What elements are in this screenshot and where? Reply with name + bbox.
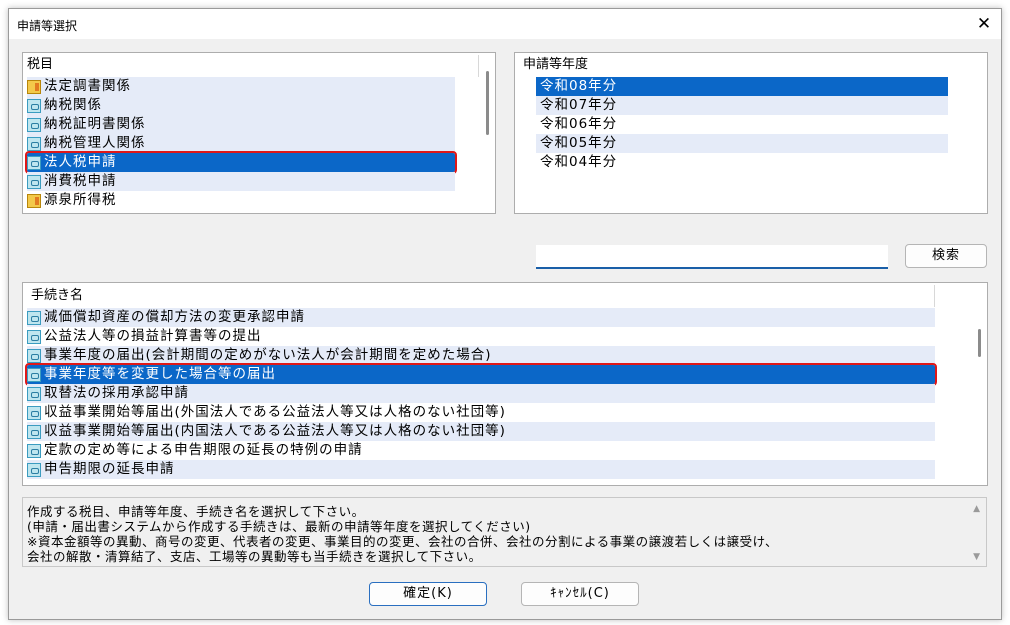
doc-icon xyxy=(27,443,41,458)
procedure-rows: 減価償却資産の償却方法の変更承認申請 公益法人等の損益計算書等の提出事業年度の届出… xyxy=(25,308,937,479)
list-item[interactable]: 定款の定め等による申告期限の延長の特例の申請 xyxy=(27,441,935,460)
doc-icon xyxy=(27,136,41,151)
doc-icon xyxy=(27,462,41,477)
close-icon[interactable]: ✕ xyxy=(967,9,1001,39)
doc-icon xyxy=(27,367,41,382)
list-item[interactable]: 納税管理人関係 xyxy=(27,134,455,153)
list-item[interactable]: 取替法の採用承認申請 xyxy=(27,384,935,403)
list-item[interactable]: 申告期限の延長申請 xyxy=(27,460,935,479)
doc-icon xyxy=(27,405,41,420)
list-item[interactable]: 令和05年分 xyxy=(536,134,948,153)
list-item[interactable]: 令和07年分 xyxy=(536,96,948,115)
list-item[interactable]: 源泉所得税 xyxy=(27,191,455,210)
procedure-header: 手続き名 xyxy=(31,288,84,303)
list-item-label: 納税管理人関係 xyxy=(44,135,146,151)
column-divider xyxy=(934,285,935,307)
list-item-label: 法定調書関係 xyxy=(44,78,131,94)
list-item[interactable]: 公益法人等の損益計算書等の提出 xyxy=(27,327,935,346)
tax-item-rows: 法定調書関係 納税関係納税証明書関係 納税管理人関係 法人税申請消費税申請源泉所得税 xyxy=(25,77,457,210)
title-bar: 申請等選択 ✕ xyxy=(9,9,1001,39)
doc-icon xyxy=(27,424,41,439)
folder-icon xyxy=(27,193,41,208)
list-item[interactable]: 令和06年分 xyxy=(536,115,948,134)
list-item[interactable]: 納税関係 xyxy=(27,96,455,115)
folder-icon xyxy=(27,79,41,94)
tax-item-selected[interactable]: 法人税申請 xyxy=(25,151,457,174)
list-item-label: 公益法人等の損益計算書等の提出 xyxy=(44,328,262,344)
procedure-list[interactable]: 手続き名 減価償却資産の償却方法の変更承認申請 公益法人等の損益計算書等の提出 事業… xyxy=(22,282,988,486)
doc-icon xyxy=(27,174,41,189)
list-item[interactable]: 消費税申請 xyxy=(27,172,455,191)
fiscal-year-header: 申請等年度 xyxy=(523,57,589,72)
search-button[interactable]: 検索 xyxy=(905,244,987,268)
tax-scrollbar[interactable] xyxy=(483,55,493,211)
scrollbar-thumb[interactable] xyxy=(978,329,981,357)
scroll-down-icon[interactable]: ▼ xyxy=(973,552,980,562)
doc-icon xyxy=(27,155,41,170)
list-item-label: 令和07年分 xyxy=(540,97,618,113)
list-item-label: 消費税申請 xyxy=(44,173,117,189)
list-item-label: 減価償却資産の償却方法の変更承認申請 xyxy=(44,309,305,325)
list-item[interactable]: 法定調書関係 xyxy=(27,77,455,96)
list-item-label: 令和05年分 xyxy=(540,135,618,151)
fiscal-year-selected[interactable]: 令和08年分 xyxy=(536,77,948,96)
window-title: 申請等選択 xyxy=(17,19,78,33)
list-item-label: 源泉所得税 xyxy=(44,192,117,208)
procedure-scrollbar[interactable] xyxy=(975,285,985,483)
instruction-text-area: 作成する税目、申請等年度、手続き名を選択して下さい。 (申請・届出書システムから… xyxy=(22,497,987,567)
search-input[interactable] xyxy=(536,245,888,269)
list-item-label: 収益事業開始等届出(外国法人である公益法人等又は人格のない社団等) xyxy=(44,404,506,420)
doc-icon xyxy=(27,348,41,363)
list-item-label: 法人税申請 xyxy=(44,154,117,170)
list-item[interactable]: 事業年度の届出(会計期間の定めがない法人が会計期間を定めた場合) xyxy=(27,346,935,365)
doc-icon xyxy=(27,386,41,401)
list-item[interactable]: 令和04年分 xyxy=(536,153,948,172)
list-item[interactable]: 減価償却資産の償却方法の変更承認申請 xyxy=(27,308,935,327)
list-item-label: 収益事業開始等届出(内国法人である公益法人等又は人格のない社団等) xyxy=(44,423,506,439)
doc-icon xyxy=(27,310,41,325)
instruction-line: 会社の解散・清算結了、支店、工場等の異動等も当手続きを選択して下さい。 xyxy=(27,549,482,564)
doc-icon xyxy=(27,329,41,344)
list-item[interactable]: 収益事業開始等届出(外国法人である公益法人等又は人格のない社団等) xyxy=(27,403,935,422)
list-item-label: 取替法の採用承認申請 xyxy=(44,385,189,401)
scroll-up-icon[interactable]: ▲ xyxy=(973,504,980,514)
list-item-label: 令和08年分 xyxy=(540,78,618,94)
fiscal-year-list[interactable]: 申請等年度 令和08年分 令和07年分 令和06年分 令和05年分 令和04年分 xyxy=(514,52,988,214)
scrollbar-thumb[interactable] xyxy=(486,71,489,135)
procedure-selected[interactable]: 事業年度等を変更した場合等の届出 xyxy=(25,363,937,386)
fiscal-year-rows: 令和08年分 令和07年分 令和06年分 令和05年分 令和04年分 xyxy=(536,77,948,172)
list-item-label: 事業年度の届出(会計期間の定めがない法人が会計期間を定めた場合) xyxy=(44,347,492,363)
list-item[interactable]: 収益事業開始等届出(内国法人である公益法人等又は人格のない社団等) xyxy=(27,422,935,441)
list-item-label: 納税関係 xyxy=(44,97,102,113)
list-item-label: 納税証明書関係 xyxy=(44,116,146,132)
list-item-label: 事業年度等を変更した場合等の届出 xyxy=(44,366,276,382)
list-item-label: 令和06年分 xyxy=(540,116,618,132)
tax-item-list[interactable]: 税目 法定調書関係 納税関係納税証明書関係 納税管理人関係 法人税申請消費税申請源泉所… xyxy=(22,52,496,214)
doc-icon xyxy=(27,98,41,113)
list-item-label: 定款の定め等による申告期限の延長の特例の申請 xyxy=(44,442,363,458)
tax-item-header: 税目 xyxy=(27,57,54,72)
confirm-button[interactable]: 確定(K) xyxy=(369,582,487,606)
list-item-label: 申告期限の延長申請 xyxy=(44,461,175,477)
list-item-label: 令和04年分 xyxy=(540,154,618,170)
cancel-button[interactable]: ｷｬﾝｾﾙ(C) xyxy=(521,582,639,606)
column-divider xyxy=(478,55,479,77)
list-item[interactable]: 納税証明書関係 xyxy=(27,115,455,134)
doc-icon xyxy=(27,117,41,132)
